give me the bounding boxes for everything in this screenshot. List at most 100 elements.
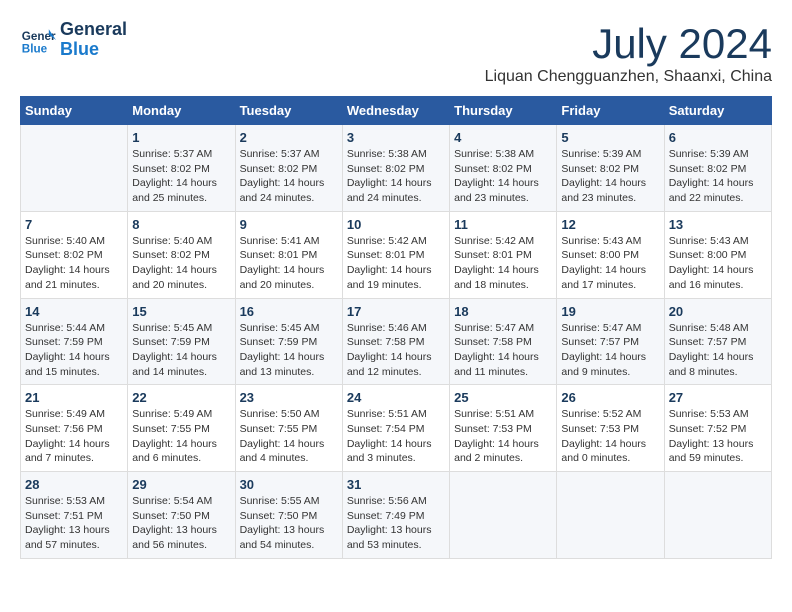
day-number: 22: [132, 390, 230, 405]
calendar-table: SundayMondayTuesdayWednesdayThursdayFrid…: [20, 96, 772, 559]
day-number: 19: [561, 304, 659, 319]
svg-text:General: General: [22, 30, 56, 43]
calendar-cell: 16 Sunrise: 5:45 AM Sunset: 7:59 PM Dayli…: [235, 298, 342, 385]
day-number: 14: [25, 304, 123, 319]
calendar-cell: 20 Sunrise: 5:48 AM Sunset: 7:57 PM Dayli…: [664, 298, 771, 385]
day-number: 16: [240, 304, 338, 319]
calendar-cell: 21 Sunrise: 5:49 AM Sunset: 7:56 PM Dayli…: [21, 385, 128, 472]
day-number: 1: [132, 130, 230, 145]
day-number: 26: [561, 390, 659, 405]
calendar-cell: 1 Sunrise: 5:37 AM Sunset: 8:02 PM Daylig…: [128, 125, 235, 212]
svg-text:Blue: Blue: [22, 42, 48, 55]
day-number: 10: [347, 217, 445, 232]
logo-icon: General Blue: [20, 22, 56, 58]
calendar-cell: 13Sunrise: 5:43 AM Sunset: 8:00 PM Dayli…: [664, 211, 771, 298]
day-number: 8: [132, 217, 230, 232]
day-info: Sunrise: 5:45 AM Sunset: 7:59 PM Dayligh…: [240, 321, 338, 380]
page-header: General Blue General Blue July 2024 Liqu…: [20, 20, 772, 86]
day-info: Sunrise: 5:39 AM Sunset: 8:02 PM Dayligh…: [669, 147, 767, 206]
calendar-cell: 6 Sunrise: 5:39 AM Sunset: 8:02 PM Daylig…: [664, 125, 771, 212]
day-info: Sunrise: 5:44 AM Sunset: 7:59 PM Dayligh…: [25, 321, 123, 380]
day-number: 28: [25, 477, 123, 492]
day-info: Sunrise: 5:55 AM Sunset: 7:50 PM Dayligh…: [240, 494, 338, 553]
calendar-cell: 17Sunrise: 5:46 AM Sunset: 7:58 PM Dayli…: [342, 298, 449, 385]
day-info: Sunrise: 5:41 AM Sunset: 8:01 PM Dayligh…: [240, 234, 338, 293]
calendar-cell: 11 Sunrise: 5:42 AM Sunset: 8:01 PM Dayli…: [450, 211, 557, 298]
location-subtitle: Liquan Chengguanzhen, Shaanxi, China: [485, 68, 772, 86]
day-number: 6: [669, 130, 767, 145]
day-info: Sunrise: 5:45 AM Sunset: 7:59 PM Dayligh…: [132, 321, 230, 380]
day-info: Sunrise: 5:48 AM Sunset: 7:57 PM Dayligh…: [669, 321, 767, 380]
day-info: Sunrise: 5:38 AM Sunset: 8:02 PM Dayligh…: [347, 147, 445, 206]
header-sunday: Sunday: [21, 97, 128, 125]
week-row-3: 14 Sunrise: 5:44 AM Sunset: 7:59 PM Dayli…: [21, 298, 772, 385]
week-row-4: 21 Sunrise: 5:49 AM Sunset: 7:56 PM Dayli…: [21, 385, 772, 472]
header-thursday: Thursday: [450, 97, 557, 125]
day-info: Sunrise: 5:50 AM Sunset: 7:55 PM Dayligh…: [240, 407, 338, 466]
day-info: Sunrise: 5:43 AM Sunset: 8:00 PM Dayligh…: [561, 234, 659, 293]
day-number: 3: [347, 130, 445, 145]
calendar-cell: 30 Sunrise: 5:55 AM Sunset: 7:50 PM Dayli…: [235, 472, 342, 559]
header-friday: Friday: [557, 97, 664, 125]
day-number: 24: [347, 390, 445, 405]
day-info: Sunrise: 5:54 AM Sunset: 7:50 PM Dayligh…: [132, 494, 230, 553]
day-info: Sunrise: 5:37 AM Sunset: 8:02 PM Dayligh…: [132, 147, 230, 206]
calendar-cell: 8Sunrise: 5:40 AM Sunset: 8:02 PM Daylig…: [128, 211, 235, 298]
calendar-cell: [557, 472, 664, 559]
calendar-cell: 25Sunrise: 5:51 AM Sunset: 7:53 PM Dayli…: [450, 385, 557, 472]
calendar-cell: 12Sunrise: 5:43 AM Sunset: 8:00 PM Dayli…: [557, 211, 664, 298]
calendar-cell: 4Sunrise: 5:38 AM Sunset: 8:02 PM Daylig…: [450, 125, 557, 212]
header-tuesday: Tuesday: [235, 97, 342, 125]
calendar-cell: 24 Sunrise: 5:51 AM Sunset: 7:54 PM Dayli…: [342, 385, 449, 472]
day-number: 27: [669, 390, 767, 405]
calendar-cell: [450, 472, 557, 559]
day-number: 7: [25, 217, 123, 232]
day-info: Sunrise: 5:49 AM Sunset: 7:56 PM Dayligh…: [25, 407, 123, 466]
logo: General Blue General Blue: [20, 20, 127, 60]
calendar-cell: 19 Sunrise: 5:47 AM Sunset: 7:57 PM Dayli…: [557, 298, 664, 385]
day-number: 18: [454, 304, 552, 319]
calendar-cell: 18Sunrise: 5:47 AM Sunset: 7:58 PM Dayli…: [450, 298, 557, 385]
calendar-header-row: SundayMondayTuesdayWednesdayThursdayFrid…: [21, 97, 772, 125]
day-info: Sunrise: 5:42 AM Sunset: 8:01 PM Dayligh…: [454, 234, 552, 293]
logo-text-blue: Blue: [60, 40, 127, 60]
calendar-cell: 26Sunrise: 5:52 AM Sunset: 7:53 PM Dayli…: [557, 385, 664, 472]
week-row-1: 1 Sunrise: 5:37 AM Sunset: 8:02 PM Daylig…: [21, 125, 772, 212]
day-info: Sunrise: 5:40 AM Sunset: 8:02 PM Dayligh…: [25, 234, 123, 293]
day-number: 11: [454, 217, 552, 232]
calendar-cell: 9 Sunrise: 5:41 AM Sunset: 8:01 PM Daylig…: [235, 211, 342, 298]
day-info: Sunrise: 5:46 AM Sunset: 7:58 PM Dayligh…: [347, 321, 445, 380]
calendar-cell: 7 Sunrise: 5:40 AM Sunset: 8:02 PM Daylig…: [21, 211, 128, 298]
day-number: 25: [454, 390, 552, 405]
month-title: July 2024: [485, 20, 772, 68]
header-saturday: Saturday: [664, 97, 771, 125]
day-number: 5: [561, 130, 659, 145]
logo-text-general: General: [60, 20, 127, 40]
calendar-cell: 10 Sunrise: 5:42 AM Sunset: 8:01 PM Dayli…: [342, 211, 449, 298]
header-wednesday: Wednesday: [342, 97, 449, 125]
day-info: Sunrise: 5:47 AM Sunset: 7:57 PM Dayligh…: [561, 321, 659, 380]
day-number: 29: [132, 477, 230, 492]
day-number: 4: [454, 130, 552, 145]
calendar-cell: 2 Sunrise: 5:37 AM Sunset: 8:02 PM Daylig…: [235, 125, 342, 212]
day-number: 9: [240, 217, 338, 232]
day-info: Sunrise: 5:53 AM Sunset: 7:52 PM Dayligh…: [669, 407, 767, 466]
day-info: Sunrise: 5:42 AM Sunset: 8:01 PM Dayligh…: [347, 234, 445, 293]
day-info: Sunrise: 5:51 AM Sunset: 7:54 PM Dayligh…: [347, 407, 445, 466]
day-number: 31: [347, 477, 445, 492]
day-number: 21: [25, 390, 123, 405]
calendar-cell: 31 Sunrise: 5:56 AM Sunset: 7:49 PM Dayli…: [342, 472, 449, 559]
calendar-cell: 3 Sunrise: 5:38 AM Sunset: 8:02 PM Daylig…: [342, 125, 449, 212]
day-number: 20: [669, 304, 767, 319]
calendar-cell: 27 Sunrise: 5:53 AM Sunset: 7:52 PM Dayli…: [664, 385, 771, 472]
day-info: Sunrise: 5:56 AM Sunset: 7:49 PM Dayligh…: [347, 494, 445, 553]
calendar-cell: [664, 472, 771, 559]
day-number: 23: [240, 390, 338, 405]
calendar-cell: 23 Sunrise: 5:50 AM Sunset: 7:55 PM Dayli…: [235, 385, 342, 472]
day-info: Sunrise: 5:37 AM Sunset: 8:02 PM Dayligh…: [240, 147, 338, 206]
day-number: 30: [240, 477, 338, 492]
calendar-cell: 28Sunrise: 5:53 AM Sunset: 7:51 PM Dayli…: [21, 472, 128, 559]
day-number: 15: [132, 304, 230, 319]
day-info: Sunrise: 5:49 AM Sunset: 7:55 PM Dayligh…: [132, 407, 230, 466]
day-number: 2: [240, 130, 338, 145]
